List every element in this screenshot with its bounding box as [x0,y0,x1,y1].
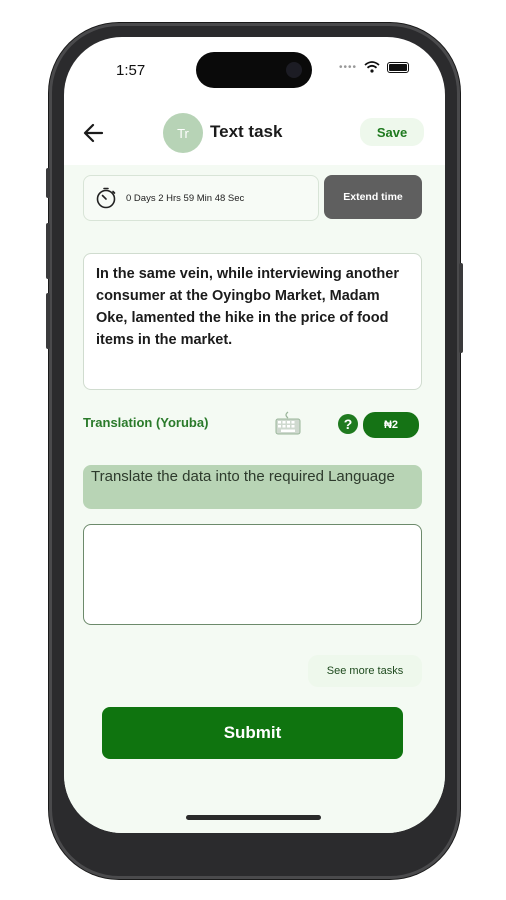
timer-box: 0 Days 2 Hrs 59 Min 48 Sec [83,175,319,221]
home-indicator[interactable] [186,815,321,820]
source-text: In the same vein, while interviewing ano… [83,253,422,390]
translation-row: Translation (Yoruba) ? ₦2 [64,409,445,439]
battery-icon [387,61,409,73]
reward-badge: ₦2 [363,412,419,438]
signal-dots-icon: •••• [338,61,357,73]
help-icon[interactable]: ? [338,414,358,434]
translation-language-label: Translation (Yoruba) [83,415,209,430]
volume-down-button [46,293,50,349]
task-content: 0 Days 2 Hrs 59 Min 48 Sec Extend time I… [64,165,445,833]
avatar: Tr [163,113,203,153]
save-button[interactable]: Save [360,118,424,146]
silent-switch [46,168,50,198]
dynamic-island [196,52,312,88]
status-icons: •••• [339,61,409,73]
extend-time-button[interactable]: Extend time [324,175,422,219]
camera-icon [286,62,302,78]
translation-input[interactable] [83,524,422,625]
see-more-tasks-button[interactable]: See more tasks [308,655,422,687]
keyboard-icon[interactable] [274,409,302,437]
status-time: 1:57 [116,62,146,79]
volume-up-button [46,223,50,279]
timer-countdown: 0 Days 2 Hrs 59 Min 48 Sec [126,192,245,204]
wifi-icon [364,61,380,73]
app-screen: 1:57 •••• Tr Text task Save 0 Days 2 Hrs… [64,37,445,833]
page-title: Text task [210,122,283,141]
back-arrow-icon[interactable] [80,119,108,147]
instruction-banner: Translate the data into the required Lan… [83,465,422,509]
timer-icon [96,187,116,209]
submit-button[interactable]: Submit [102,707,403,759]
power-button [459,263,463,353]
